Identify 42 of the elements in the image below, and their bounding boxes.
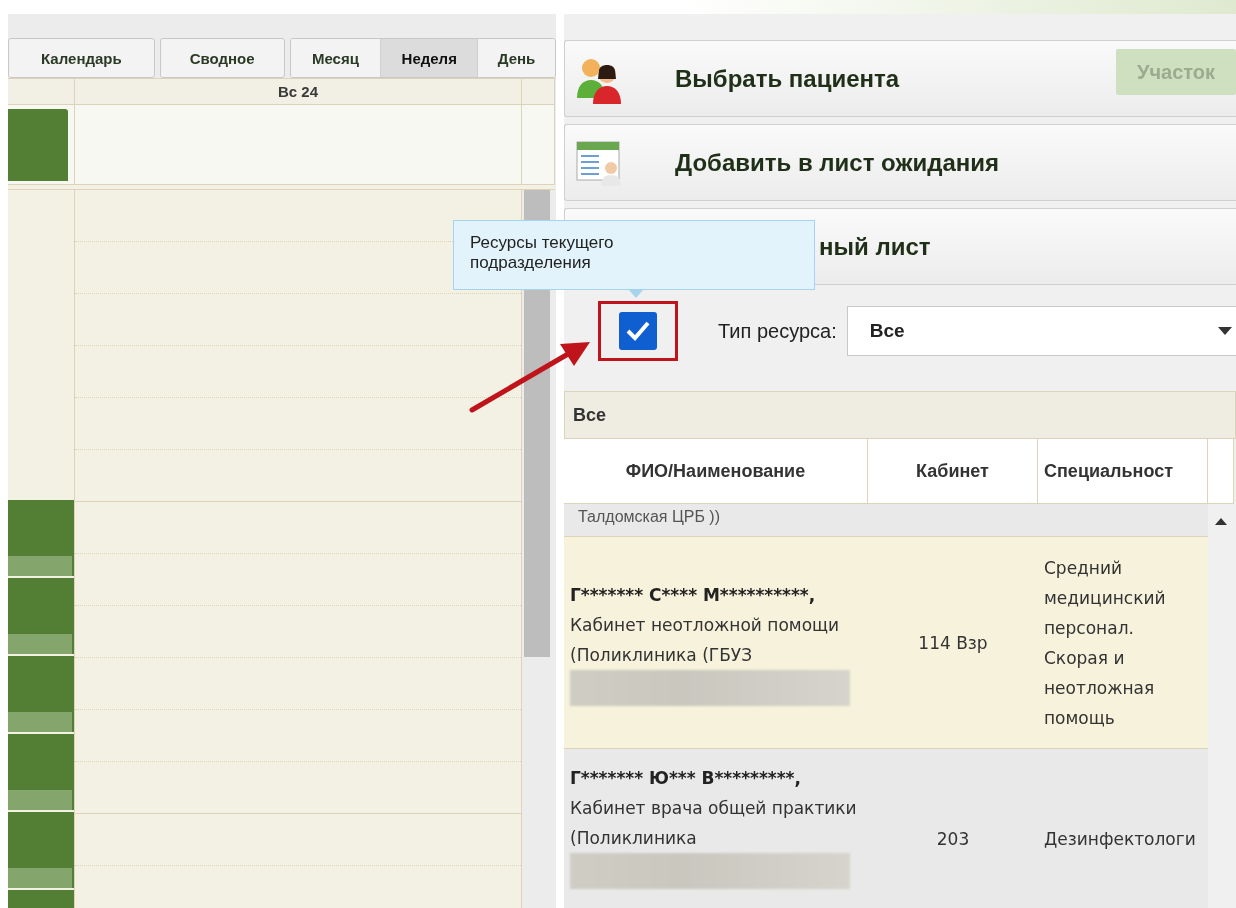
specialty-text: Дезинфектологи bbox=[1044, 827, 1197, 851]
day-header: Вс 24 bbox=[278, 83, 318, 100]
caret-icon bbox=[1218, 327, 1232, 335]
resource-name: Г******* Ю*** В*********, bbox=[570, 767, 802, 790]
resource-type-select[interactable]: Все bbox=[846, 306, 1236, 356]
view-button[interactable]: Календарь bbox=[8, 38, 155, 78]
column-header: Специальност bbox=[1038, 439, 1208, 504]
checkbox[interactable] bbox=[619, 312, 657, 350]
panel-title: Добавить в лист ожидания bbox=[675, 148, 1000, 177]
appointment-block[interactable] bbox=[8, 734, 74, 810]
appointment-strip bbox=[8, 790, 72, 810]
appointment-strip bbox=[8, 868, 72, 888]
range-button[interactable]: Неделя bbox=[380, 39, 478, 77]
resource-location: Кабинет неотложной помощи (Поликлиника (ГБУЗ bbox=[570, 613, 841, 667]
table-cell: Талдомская ЦРБ )) bbox=[564, 504, 1208, 537]
accordion-panel[interactable]: Добавить в лист ожидания bbox=[564, 124, 1236, 201]
field-label: Тип ресурса: bbox=[718, 319, 837, 343]
appointment-block[interactable] bbox=[8, 656, 74, 732]
appointment-block[interactable] bbox=[8, 812, 74, 888]
table-cell[interactable]: Г******* Ю*** В*********, Кабинет врача общей практики (Поликлиника bbox=[564, 749, 868, 908]
specialty-text: Средний медицинский персонал. Скорая и неотложная помощь bbox=[1044, 556, 1167, 730]
check-icon bbox=[625, 320, 651, 342]
appointment-block[interactable] bbox=[8, 500, 74, 576]
room-number: 114 Взр bbox=[918, 631, 988, 655]
table-cell[interactable]: Г******* С**** М**********, Кабинет неотложной помощи (Поликлиника (ГБУЗ bbox=[564, 537, 868, 749]
appointment-strip bbox=[8, 634, 72, 654]
appointment-block[interactable] bbox=[8, 578, 74, 654]
range-button[interactable]: День bbox=[477, 39, 555, 77]
appointment-strip bbox=[8, 712, 72, 732]
panel-title: ный лист bbox=[819, 232, 931, 261]
view-button[interactable]: Сводное bbox=[159, 38, 285, 78]
panel-title: Выбрать пациента bbox=[675, 64, 900, 93]
column-header: ФИО/Наименование bbox=[564, 439, 868, 504]
column-header: Кабинет bbox=[868, 439, 1038, 504]
group-title: Все bbox=[573, 404, 607, 426]
appointment-block[interactable] bbox=[8, 109, 68, 181]
appointment-strip bbox=[8, 556, 72, 576]
room-number: 203 bbox=[936, 827, 970, 851]
resource-name: Г******* С**** М**********, bbox=[570, 583, 817, 607]
scroll-up-icon[interactable] bbox=[1215, 518, 1227, 525]
resource-location: Кабинет врача общей практики (Поликлиника bbox=[570, 797, 858, 850]
range-button[interactable]: Месяц bbox=[290, 39, 381, 77]
